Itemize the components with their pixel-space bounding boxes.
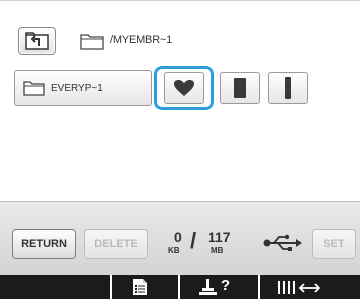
help-label[interactable]: ? (221, 277, 230, 294)
settings-list-icon[interactable] (132, 278, 148, 296)
toolbar-divider (0, 201, 360, 202)
return-button[interactable]: RETURN (12, 229, 76, 259)
memory-used-unit: KB (168, 246, 180, 255)
heart-icon (174, 80, 194, 96)
memory-slash: / (190, 228, 197, 253)
current-path: /MYEMBR~1 (110, 34, 173, 46)
tab-separator (258, 275, 260, 299)
tab-separator (178, 275, 180, 299)
folder-up-button[interactable] (18, 27, 56, 55)
rectangle-shape-button[interactable] (220, 72, 260, 104)
folder-item-everyp[interactable]: EVERYP~1 (14, 70, 152, 106)
help-machine-icon[interactable] (198, 278, 220, 296)
delete-button[interactable]: DELETE (84, 229, 148, 259)
folder-up-icon (25, 32, 49, 50)
vertical-bar-icon (285, 77, 291, 99)
memory-indicator: 0 KB / 117 MB (166, 226, 256, 264)
memory-total-value: 117 (208, 229, 231, 245)
rectangle-icon (234, 78, 246, 98)
set-button[interactable]: SET (312, 229, 356, 259)
usb-icon (263, 234, 302, 251)
folder-item-label: EVERYP~1 (51, 82, 103, 94)
memory-total-unit: MB (211, 246, 224, 255)
thread-tension-icon[interactable] (276, 278, 322, 296)
heart-shape-button[interactable] (164, 72, 204, 104)
tab-separator (110, 275, 112, 299)
folder-icon (23, 81, 45, 96)
memory-used-value: 0 (174, 229, 182, 245)
vertical-bar-shape-button[interactable] (268, 72, 308, 104)
folder-icon (80, 34, 104, 50)
